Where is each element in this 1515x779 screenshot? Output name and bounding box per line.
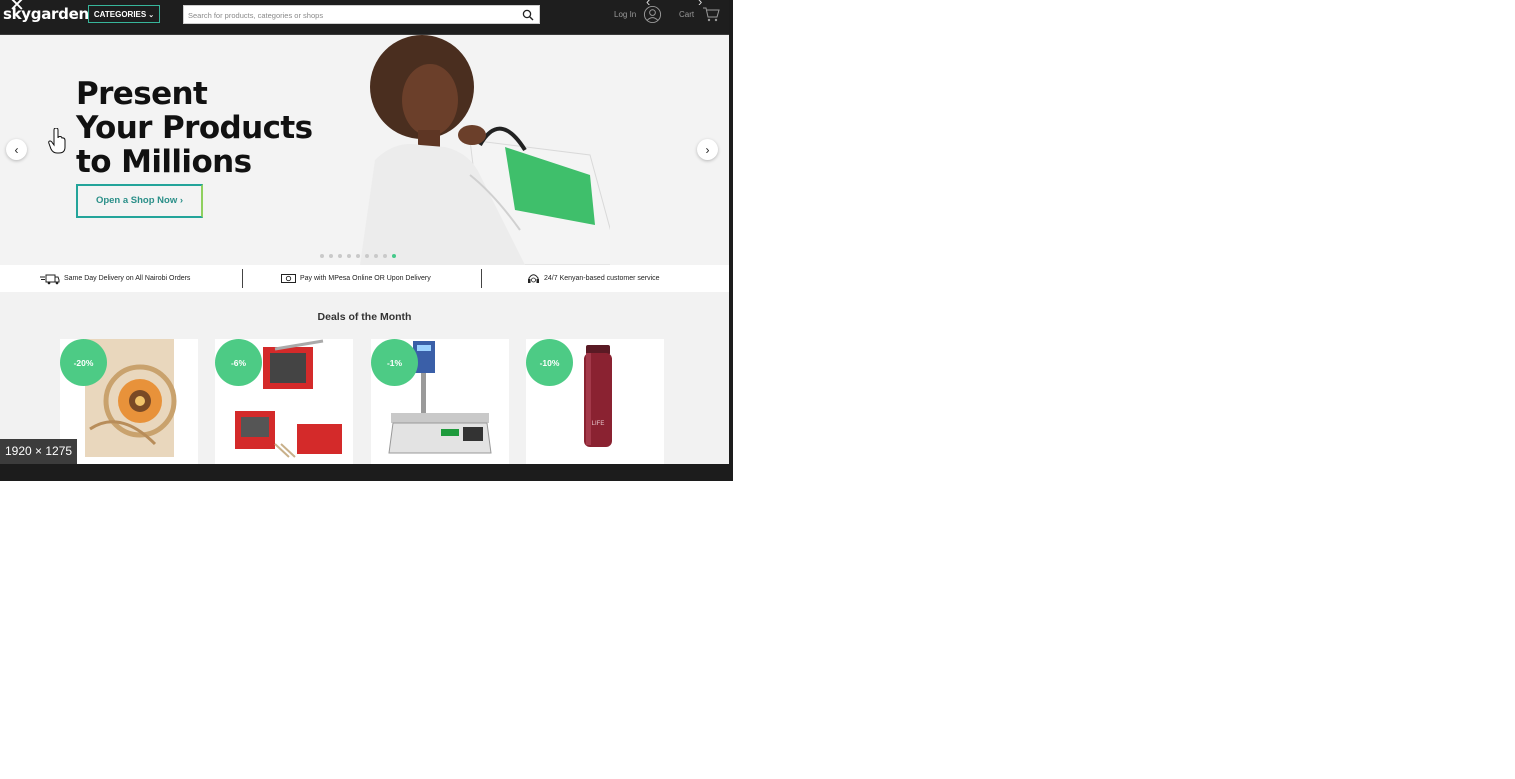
deal-card[interactable]: -1% bbox=[371, 339, 509, 464]
search-bar bbox=[183, 5, 540, 24]
chevron-down-icon: ⌄ bbox=[148, 12, 155, 19]
chevron-right-icon: › bbox=[179, 195, 184, 206]
carousel-dot[interactable] bbox=[338, 254, 342, 258]
hero-title: Present Your Products to Millions bbox=[76, 76, 313, 180]
carousel-dot[interactable] bbox=[347, 254, 351, 258]
chevron-right-icon: › bbox=[705, 142, 710, 157]
hero-banner: Present Your Products to Millions Open a… bbox=[0, 35, 729, 265]
viewer-next-icon[interactable]: › bbox=[698, 0, 702, 9]
carousel-dot[interactable] bbox=[356, 254, 360, 258]
chevron-left-icon: ‹ bbox=[14, 142, 19, 157]
bottle-text: LIFE bbox=[592, 421, 605, 427]
hand-pointer-cursor-icon bbox=[48, 128, 66, 154]
divider bbox=[481, 269, 482, 288]
hero-woman-image bbox=[360, 35, 610, 265]
feature-delivery: Same Day Delivery on All Nairobi Orders bbox=[40, 265, 190, 292]
features-strip: Same Day Delivery on All Nairobi Orders … bbox=[0, 265, 729, 292]
carousel-dot[interactable] bbox=[374, 254, 378, 258]
close-icon[interactable]: ✕ bbox=[9, 0, 25, 15]
hero-title-line: to Millions bbox=[76, 144, 252, 180]
viewer-prev-icon[interactable]: ‹ bbox=[646, 0, 650, 9]
delivery-icon bbox=[40, 274, 60, 284]
hero-prev-arrow[interactable]: ‹ bbox=[6, 139, 27, 160]
deals-section-title: Deals of the Month bbox=[317, 311, 412, 323]
open-shop-button[interactable]: Open a Shop Now › bbox=[76, 184, 203, 218]
carousel-dots bbox=[320, 254, 396, 258]
site-header: skygarden CATEGORIES⌄ Log In Cart bbox=[0, 0, 729, 35]
hero-next-arrow[interactable]: › bbox=[697, 139, 718, 160]
cart-link[interactable]: Cart bbox=[679, 10, 694, 19]
categories-button[interactable]: CATEGORIES ⌄ bbox=[88, 5, 160, 23]
cash-icon bbox=[281, 274, 296, 283]
discount-badge: -20% bbox=[60, 339, 107, 386]
feature-text: Pay with MPesa Online OR Upon Delivery bbox=[300, 275, 431, 282]
image-viewer: skygarden CATEGORIES⌄ Log In Cart Presen… bbox=[0, 0, 733, 481]
deal-card[interactable]: -10% LIFE bbox=[526, 339, 664, 464]
login-link[interactable]: Log In bbox=[614, 10, 636, 19]
feature-text: 24/7 Kenyan-based customer service bbox=[544, 275, 660, 282]
carousel-dot[interactable] bbox=[392, 254, 396, 258]
hero-title-line: Your Products bbox=[76, 110, 313, 146]
divider bbox=[242, 269, 243, 288]
carousel-dot[interactable] bbox=[329, 254, 333, 258]
feature-support: 24/7 Kenyan-based customer service bbox=[527, 265, 660, 292]
deal-card[interactable]: -6% bbox=[215, 339, 353, 464]
support-icon bbox=[528, 273, 539, 283]
categories-label: CATEGORIES bbox=[93, 10, 147, 19]
carousel-dot[interactable] bbox=[383, 254, 387, 258]
website-screenshot: skygarden CATEGORIES⌄ Log In Cart Presen… bbox=[0, 0, 729, 464]
discount-badge: -6% bbox=[215, 339, 262, 386]
discount-badge: -10% bbox=[526, 339, 573, 386]
image-dimensions-label: 1920 × 1275 bbox=[0, 439, 78, 464]
discount-badge: -1% bbox=[371, 339, 418, 386]
search-icon[interactable] bbox=[522, 9, 534, 21]
feature-payment: Pay with MPesa Online OR Upon Delivery bbox=[281, 265, 431, 292]
search-input[interactable] bbox=[188, 9, 508, 21]
open-shop-label: Open a Shop Now bbox=[95, 195, 178, 206]
feature-text: Same Day Delivery on All Nairobi Orders bbox=[64, 275, 191, 282]
carousel-dot[interactable] bbox=[320, 254, 324, 258]
cart-icon[interactable] bbox=[702, 6, 720, 22]
deal-card[interactable]: -20% bbox=[60, 339, 198, 464]
hero-title-line: Present bbox=[76, 76, 208, 112]
carousel-dot[interactable] bbox=[365, 254, 369, 258]
